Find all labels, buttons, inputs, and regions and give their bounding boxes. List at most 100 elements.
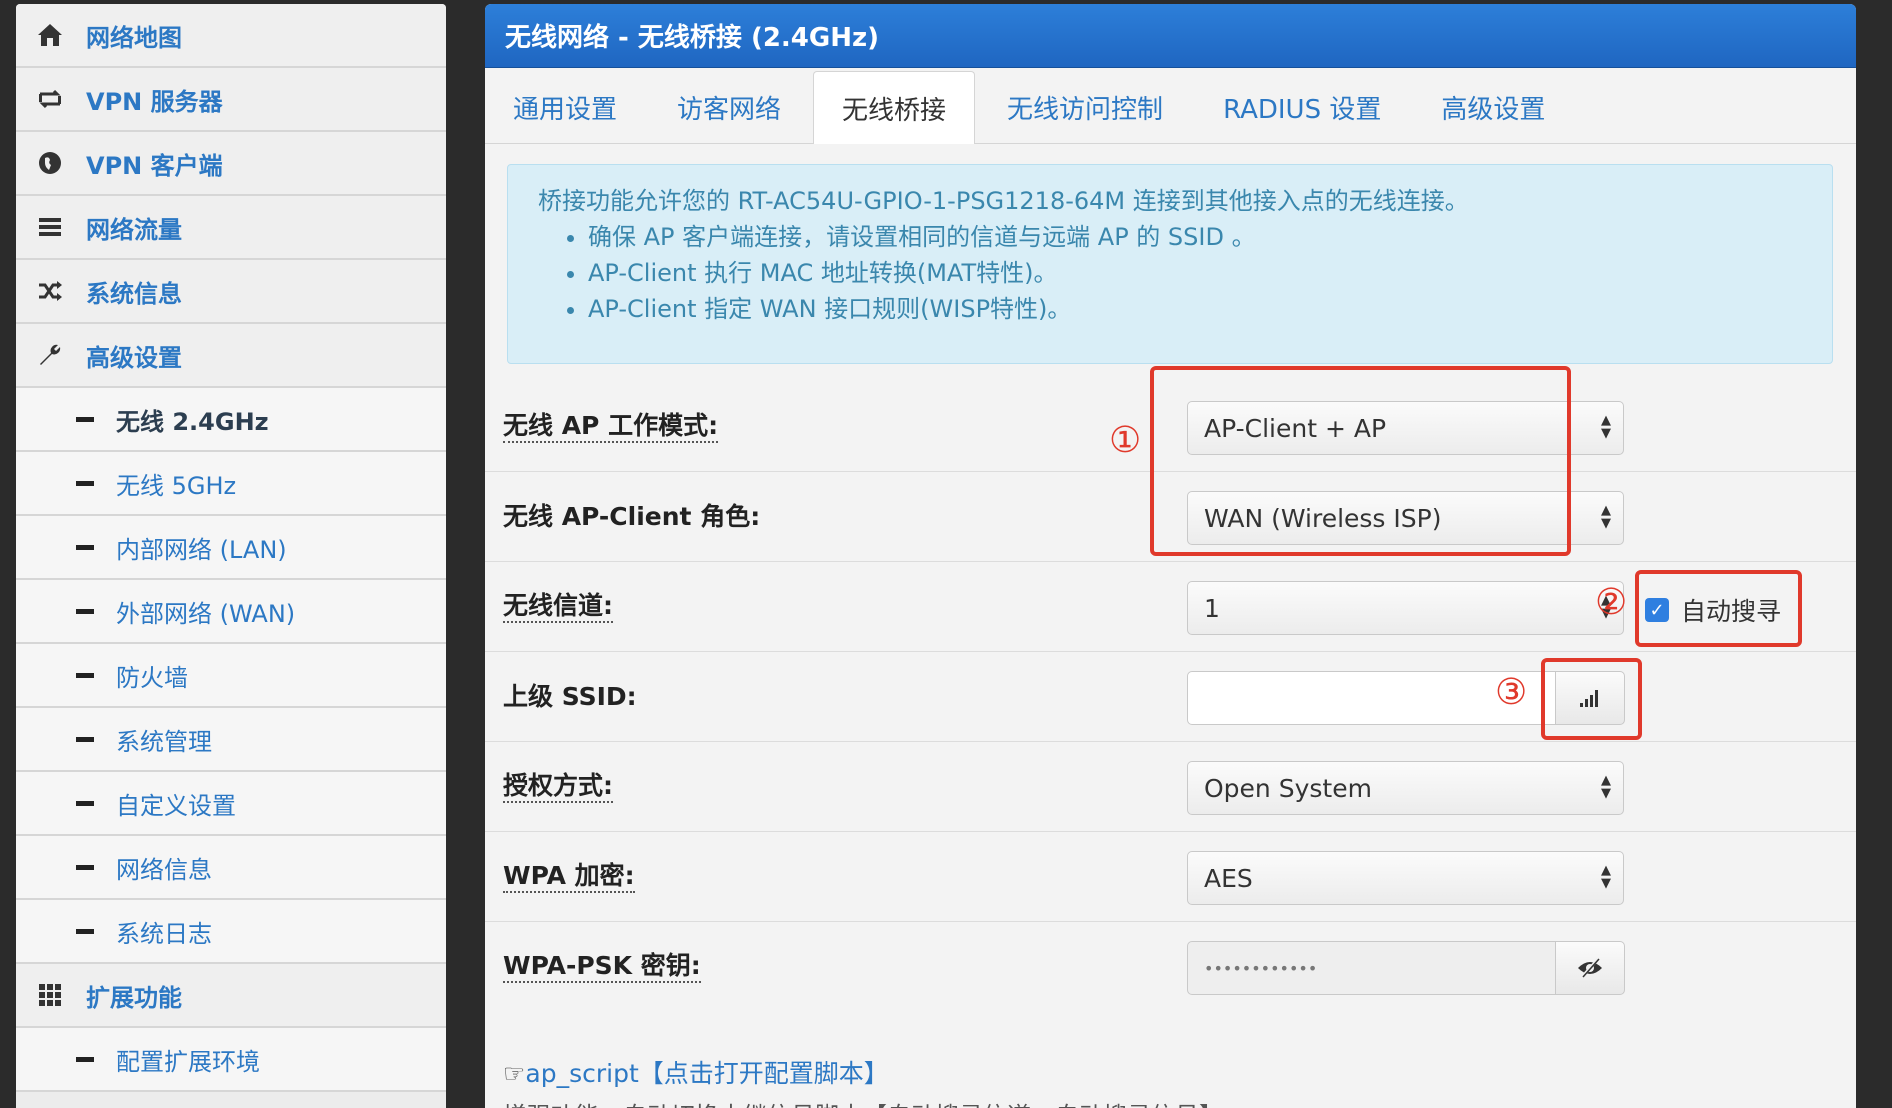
sidebar-sub-label: 内部网络 (LAN) [116, 535, 287, 564]
sidebar-item-extensions[interactable]: 扩展功能 [16, 964, 446, 1028]
sidebar-sub-netinfo[interactable]: 网络信息 [16, 836, 446, 900]
ap-script-link[interactable]: ☞ap_script【点击打开配置脚本】 [503, 1054, 889, 1090]
sidebar-sub-lan[interactable]: 内部网络 (LAN) [16, 516, 446, 580]
form-row-wpa: WPA 加密: AES ▲ ▼ [485, 832, 1856, 922]
role-label: 无线 AP-Client 角色: [503, 502, 761, 531]
dash-icon [76, 736, 94, 742]
toggle-password-button[interactable] [1555, 941, 1625, 995]
sidebar-item-network-map[interactable]: 网络地图 [16, 4, 446, 68]
annotation-box-3 [1541, 658, 1642, 740]
auth-select[interactable]: Open System ▲ ▼ [1187, 761, 1624, 815]
psk-label: WPA-PSK 密钥: [503, 951, 701, 983]
dash-icon [76, 800, 94, 806]
tab-general[interactable]: 通用设置 [485, 71, 645, 143]
tab-bar: 通用设置 访客网络 无线桥接 无线访问控制 RADIUS 设置 高级设置 [485, 68, 1856, 144]
grid-icon [36, 981, 64, 1009]
sidebar-sub-custom[interactable]: 自定义设置 [16, 772, 446, 836]
info-bullet: 确保 AP 客户端连接，请设置相同的信道与远端 AP 的 SSID 。 [588, 219, 1802, 255]
info-box: 桥接功能允许您的 RT-AC54U-GPIO-1-PSG1218-64M 连接到… [507, 164, 1833, 364]
sidebar-item-label: 扩展功能 [86, 983, 182, 1012]
auth-label: 授权方式: [503, 771, 613, 803]
main-panel: 无线网络 - 无线桥接 (2.4GHz) 通用设置 访客网络 无线桥接 无线访问… [485, 4, 1856, 1108]
info-intro: 桥接功能允许您的 RT-AC54U-GPIO-1-PSG1218-64M 连接到… [538, 187, 1469, 215]
sidebar: 网络地图 VPN 服务器 VPN 客户端 网络流量 系统信息 高级设置 无线 2… [16, 4, 446, 1108]
sidebar-sub-label: 无线 5GHz [116, 471, 237, 500]
channel-select[interactable]: 1 ▲ ▼ [1187, 581, 1624, 635]
channel-value: 1 [1204, 593, 1220, 623]
sidebar-sub-admin[interactable]: 系统管理 [16, 708, 446, 772]
tab-advanced[interactable]: 高级设置 [1413, 71, 1573, 143]
form-row-psk: WPA-PSK 密钥: •••••••••••• [485, 922, 1856, 1012]
sidebar-item-label: 系统信息 [86, 279, 182, 308]
page-title: 无线网络 - 无线桥接 (2.4GHz) [485, 4, 1856, 68]
sidebar-item-system-info[interactable]: 系统信息 [16, 260, 446, 324]
ssid-label: 上级 SSID: [503, 682, 637, 711]
dash-icon [76, 544, 94, 550]
home-icon [36, 21, 64, 49]
sidebar-sub-label: 防火墙 [116, 663, 188, 692]
annotation-box-2 [1635, 570, 1802, 647]
sidebar-sub-wan[interactable]: 外部网络 (WAN) [16, 580, 446, 644]
sidebar-item-label: VPN 客户端 [86, 151, 223, 180]
annotation-box-1 [1150, 366, 1571, 556]
dash-icon [76, 480, 94, 486]
tab-guest[interactable]: 访客网络 [649, 71, 809, 143]
sidebar-item-advanced[interactable]: 高级设置 [16, 324, 446, 388]
psk-input[interactable]: •••••••••••• [1187, 941, 1556, 995]
tab-access-control[interactable]: 无线访问控制 [979, 71, 1191, 143]
sidebar-item-traffic[interactable]: 网络流量 [16, 196, 446, 260]
sidebar-sub-ext-env[interactable]: 配置扩展环境 [16, 1028, 446, 1092]
sidebar-sub-syslog[interactable]: 系统日志 [16, 900, 446, 964]
info-bullet: AP-Client 执行 MAC 地址转换(MAT特性)。 [588, 255, 1802, 291]
sidebar-item-label: 高级设置 [86, 343, 182, 372]
annotation-number-3: ③ [1495, 672, 1528, 713]
annotation-number-1: ① [1109, 420, 1142, 461]
form-row-auth: 授权方式: Open System ▲ ▼ [485, 742, 1856, 832]
select-arrows-icon: ▲ ▼ [1601, 773, 1611, 801]
shuffle-icon [36, 277, 64, 305]
sidebar-item-label: 网络流量 [86, 215, 182, 244]
select-arrows-icon: ▲ ▼ [1601, 413, 1611, 441]
sidebar-sub-label: 系统管理 [116, 727, 212, 756]
dash-icon [76, 416, 94, 422]
auth-value: Open System [1204, 773, 1372, 803]
eye-slash-icon [1578, 958, 1602, 978]
sidebar-sub-label: 外部网络 (WAN) [116, 599, 296, 628]
wpa-value: AES [1204, 863, 1253, 893]
ap-script-desc: 增强功能：自动切换中继信号脚本【自动搜寻信道，自动搜寻信号】 [503, 1096, 1223, 1108]
select-arrows-icon: ▲ ▼ [1601, 503, 1611, 531]
sidebar-sub-firewall[interactable]: 防火墙 [16, 644, 446, 708]
sidebar-sub-label: 网络信息 [116, 855, 212, 884]
vpn-server-icon [36, 85, 64, 113]
dash-icon [76, 672, 94, 678]
channel-label: 无线信道: [503, 591, 613, 623]
sidebar-sub-wireless-24[interactable]: 无线 2.4GHz [16, 388, 446, 452]
sidebar-item-label: VPN 服务器 [86, 87, 223, 116]
ap-script-link-label: ap_script【点击打开配置脚本】 [525, 1059, 889, 1088]
dash-icon [76, 1056, 94, 1062]
dash-icon [76, 864, 94, 870]
sidebar-sub-wireless-5[interactable]: 无线 5GHz [16, 452, 446, 516]
psk-value: •••••••••••• [1204, 958, 1318, 978]
globe-icon [36, 149, 64, 177]
wrench-icon [36, 341, 64, 369]
dash-icon [76, 608, 94, 614]
sidebar-sub-label: 无线 2.4GHz [116, 407, 269, 436]
dash-icon [76, 928, 94, 934]
ap-mode-label: 无线 AP 工作模式: [503, 411, 719, 443]
form-row-ssid: 上级 SSID: [485, 652, 1856, 742]
select-arrows-icon: ▲ ▼ [1601, 863, 1611, 891]
sidebar-sub-label: 自定义设置 [116, 791, 236, 820]
sidebar-sub-label: 配置扩展环境 [116, 1047, 260, 1076]
sidebar-sub-label: 系统日志 [116, 919, 212, 948]
sidebar-item-vpn-server[interactable]: VPN 服务器 [16, 68, 446, 132]
tab-radius[interactable]: RADIUS 设置 [1195, 71, 1409, 143]
sidebar-item-label: 网络地图 [86, 23, 182, 52]
sidebar-item-vpn-client[interactable]: VPN 客户端 [16, 132, 446, 196]
hand-pointer-icon: ☞ [503, 1059, 526, 1088]
annotation-number-2: ② [1595, 582, 1628, 623]
info-bullet: AP-Client 指定 WAN 接口规则(WISP特性)。 [588, 291, 1802, 327]
wpa-select[interactable]: AES ▲ ▼ [1187, 851, 1624, 905]
tab-bridge[interactable]: 无线桥接 [813, 71, 976, 144]
traffic-icon [36, 213, 64, 241]
